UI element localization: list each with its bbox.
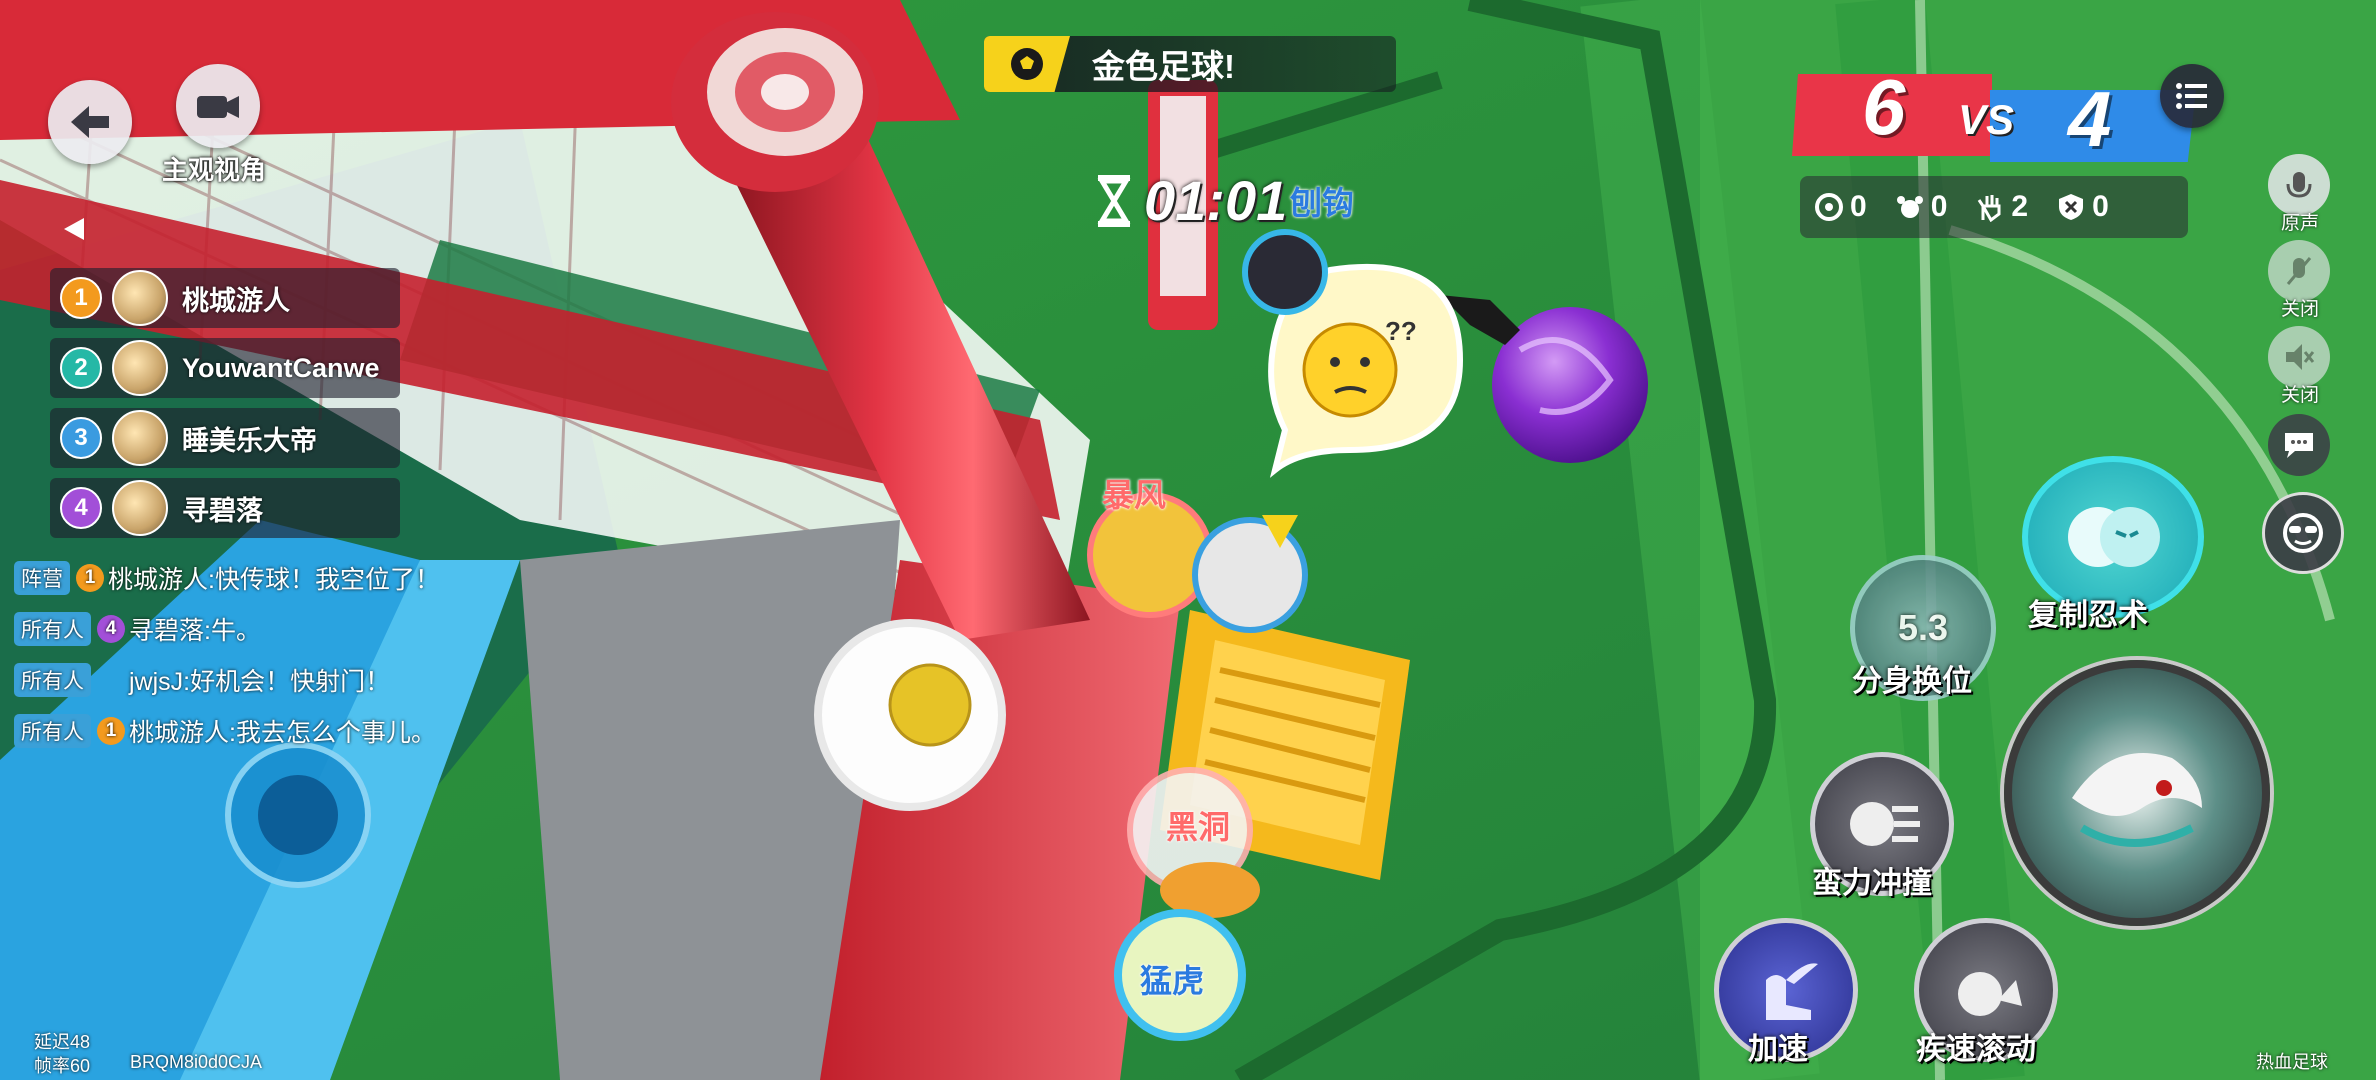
winged-boot-icon [1766, 963, 1818, 1020]
stat-saves: 0 [1893, 190, 1948, 224]
soccer-ball-icon [984, 36, 1070, 92]
save-icon [1893, 190, 1927, 224]
stat-goals: 0 [1812, 190, 1867, 224]
ultimate-skill-button[interactable] [2004, 660, 2270, 926]
goal-icon [1812, 190, 1846, 224]
player-row: 3 睡美乐大帝 [50, 408, 400, 468]
player-name: 桃城游人 [182, 285, 290, 316]
chat-channel-tag: 阵营 [14, 560, 70, 595]
player-name: 睡美乐大帝 [182, 425, 317, 456]
avatar [112, 340, 168, 396]
rolling-arrow-icon [1958, 972, 2022, 1016]
movement-joystick[interactable] [228, 745, 368, 885]
player-rank-badge: 3 [60, 417, 102, 459]
chat-channel-tag: 所有人 [14, 611, 91, 646]
event-banner-text: 金色足球! [1092, 48, 1235, 85]
camera-icon [197, 96, 239, 118]
svg-text:??: ?? [1385, 316, 1417, 346]
player-row: 1 桃城游人 [50, 268, 400, 328]
back-arrow-icon [71, 106, 109, 138]
player-row: 4 寻碧落 [50, 478, 400, 538]
fps-readout: 帧率60 [34, 1056, 91, 1076]
avatar [112, 480, 168, 536]
brute-charge-label: 蛮力冲撞 [1812, 867, 1932, 900]
red-team-score: 6 [1862, 63, 1906, 151]
character-name-black-hole: 黑洞 [1166, 809, 1231, 845]
latency-readout: 延迟48 [34, 1032, 91, 1052]
chat-log: 阵营 1 桃城游人:快传球！我空位了！ 所有人 4 寻碧落:牛。 所有人 jwj… [14, 552, 534, 756]
spirit-beast-icon [2072, 753, 2202, 847]
speed-up-label: 加速 [1748, 1033, 1808, 1066]
chat-channel-tag: 所有人 [14, 662, 91, 697]
chat-text: 寻碧落:牛。 [129, 616, 261, 645]
match-stats-bar: 0 0 2 0 [1800, 176, 2188, 238]
chat-channel-tag: 所有人 [14, 713, 91, 748]
player-name: 寻碧落 [182, 495, 263, 526]
back-button[interactable] [48, 80, 132, 164]
chat-button[interactable] [2268, 414, 2330, 476]
perspective-button[interactable] [176, 64, 260, 148]
chat-text: jwjsJ:好机会！快射门！ [129, 667, 391, 696]
timer-text: 01:01 [1144, 169, 1288, 232]
event-banner: 金色足球! [984, 36, 1396, 92]
chat-rank-badge: 1 [97, 716, 125, 745]
ninja-clone-icon [2068, 507, 2160, 567]
game-mode-label: 热血足球 [2256, 1052, 2328, 1072]
fast-roll-label: 疾速滚动 [1916, 1033, 2036, 1066]
player-rank-badge: 1 [60, 277, 102, 319]
chat-message: 阵营 1 桃城游人:快传球！我空位了！ [14, 552, 534, 603]
assist-icon [1973, 190, 2007, 224]
stat-assists: 2 [1973, 190, 2028, 224]
player-name: YouwantCanwe [182, 352, 380, 383]
menu-button[interactable] [2160, 64, 2224, 128]
character-name-tiger: 猛虎 [1140, 963, 1205, 999]
stat-value: 0 [1850, 190, 1867, 223]
original-voice-button[interactable] [2268, 154, 2330, 216]
charge-icon [1850, 802, 1920, 846]
clone-swap-label: 分身换位 [1852, 665, 1972, 698]
avatar [112, 410, 168, 466]
character-name-storm: 暴风 [1102, 477, 1167, 513]
speaker-toggle-label: 关闭 [2280, 385, 2319, 406]
stat-value: 0 [2092, 190, 2109, 223]
chat-message: 所有人 jwjsJ:好机会！快射门！ [14, 654, 534, 705]
blue-team-score: 4 [2068, 75, 2112, 163]
original-voice-label: 原声 [2280, 213, 2319, 234]
player-rank-badge: 4 [60, 487, 102, 529]
list-icon [2176, 83, 2207, 109]
chat-text: 桃城游人:快传球！我空位了！ [108, 565, 440, 594]
match-timer: 01:01 [1094, 168, 1287, 233]
room-id: BRQM8i0d0CJA [130, 1052, 263, 1072]
character-name-hook: 刨钩 [1290, 185, 1355, 221]
chat-message: 所有人 4 寻碧落:牛。 [14, 603, 534, 654]
perspective-label: 主观视角 [162, 155, 267, 185]
stat-value: 2 [2011, 190, 2029, 223]
collapse-icon[interactable] [60, 214, 90, 244]
shield-icon [2054, 190, 2088, 224]
copy-ninjutsu-label: 复制忍术 [2028, 599, 2148, 632]
cooldown-counter: 5.3 [1897, 607, 1949, 648]
mic-off-icon [2286, 257, 2312, 285]
mic-toggle-button[interactable] [2268, 240, 2330, 302]
speaker-toggle-button[interactable] [2268, 326, 2330, 388]
stat-value: 0 [1930, 190, 1948, 223]
avatar [112, 270, 168, 326]
voice-wave-icon [2286, 172, 2312, 198]
stat-blocks: 0 [2054, 190, 2109, 224]
vs-label: VS [1958, 96, 2015, 143]
chat-bubble-icon [2285, 433, 2313, 458]
player-rank-badge: 2 [60, 347, 102, 389]
mic-toggle-label: 关闭 [2280, 299, 2319, 320]
speaker-off-icon [2286, 344, 2315, 370]
emote-button[interactable] [2262, 492, 2344, 574]
chat-rank-badge: 4 [97, 614, 125, 643]
chat-rank-badge: 1 [76, 563, 104, 592]
sunglasses-face-icon [2283, 513, 2323, 553]
player-row: 2 YouwantCanwe [50, 338, 400, 398]
player-list: 1 桃城游人 2 YouwantCanwe 3 睡美乐大帝 4 寻碧落 [50, 268, 400, 548]
chat-text: 桃城游人:我去怎么个事儿。 [129, 718, 436, 747]
hourglass-icon [1097, 174, 1131, 227]
